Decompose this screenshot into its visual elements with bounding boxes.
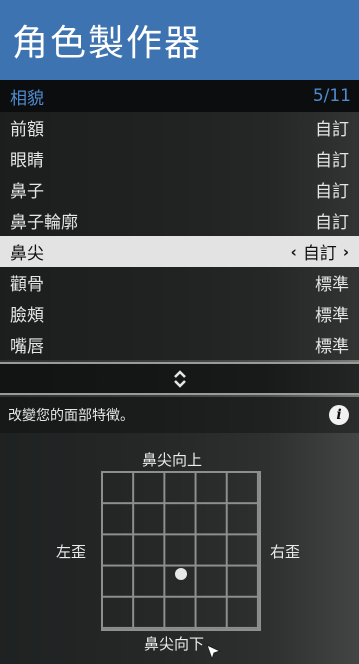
menu-item-value: 自訂	[315, 182, 349, 202]
character-creator-screen: 角色製作器 相貌 5/11 前額 自訂 眼睛 自訂 鼻子 自訂 鼻子輪廓 自訂 …	[0, 0, 359, 664]
menu-item-forehead[interactable]: 前額 自訂	[0, 112, 359, 143]
menu-item-value: 標準	[315, 275, 349, 295]
adjustment-grid[interactable]	[101, 471, 261, 631]
menu-item-label: 嘴唇	[10, 337, 44, 357]
pad-label-down: 鼻尖向下	[144, 635, 205, 653]
title-bar: 角色製作器	[0, 0, 359, 80]
feature-menu: 前額 自訂 眼睛 自訂 鼻子 自訂 鼻子輪廓 自訂 鼻尖 ‹ 自訂 › 顴骨 標…	[0, 112, 359, 360]
page-indicator: 5/11	[312, 86, 351, 106]
menu-item-value: 自訂	[315, 151, 349, 171]
value-selector: ‹ 自訂 ›	[291, 239, 349, 265]
position-marker[interactable]	[175, 568, 187, 581]
menu-item-label: 眼睛	[10, 151, 44, 171]
menu-item-label: 臉頰	[10, 306, 44, 326]
arrow-right-icon[interactable]: ›	[343, 243, 349, 261]
menu-item-label: 鼻尖	[10, 244, 44, 264]
pad-label-right: 右歪	[270, 543, 301, 561]
scroll-indicator[interactable]	[0, 362, 359, 395]
menu-item-cheekbones[interactable]: 顴骨 標準	[0, 267, 359, 298]
menu-item-label: 鼻子輪廓	[10, 213, 78, 233]
arrow-left-icon[interactable]: ‹	[291, 243, 297, 261]
menu-item-nose-tip[interactable]: 鼻尖 ‹ 自訂 ›	[0, 236, 359, 267]
category-header: 相貌 5/11	[0, 80, 359, 112]
category-label: 相貌	[10, 88, 44, 109]
menu-item-value: 自訂	[302, 244, 337, 264]
adjustment-pad-panel: 鼻尖向上 左歪 右歪 鼻尖向下	[0, 433, 359, 664]
menu-item-label: 鼻子	[10, 182, 44, 202]
pad-label-left: 左歪	[56, 543, 87, 561]
menu-item-label: 顴骨	[10, 275, 44, 295]
menu-item-label: 前額	[10, 120, 44, 140]
description-text: 改變您的面部特徵。	[8, 408, 134, 424]
menu-item-lips[interactable]: 嘴唇 標準	[0, 329, 359, 360]
page-title: 角色製作器	[12, 23, 203, 64]
menu-item-eyes[interactable]: 眼睛 自訂	[0, 143, 359, 174]
menu-item-nose-profile[interactable]: 鼻子輪廓 自訂	[0, 205, 359, 236]
menu-item-value: 自訂	[315, 120, 349, 140]
menu-item-value: 標準	[315, 337, 349, 357]
info-icon[interactable]: i	[329, 405, 349, 425]
description-bar: 改變您的面部特徵。 i	[0, 397, 359, 433]
menu-item-value: 標準	[315, 306, 349, 326]
menu-item-value: 自訂	[315, 213, 349, 233]
menu-item-cheeks[interactable]: 臉頰 標準	[0, 298, 359, 329]
scroll-up-down-icon	[173, 369, 186, 388]
pad-label-up: 鼻尖向上	[142, 451, 203, 469]
mouse-cursor-icon	[206, 644, 222, 661]
menu-item-nose[interactable]: 鼻子 自訂	[0, 174, 359, 205]
